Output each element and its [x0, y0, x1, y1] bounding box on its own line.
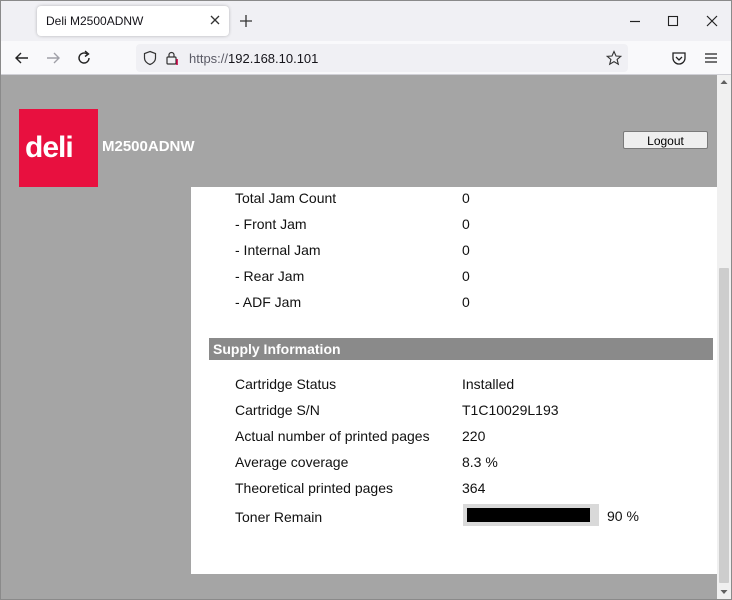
row-label: Average coverage: [235, 454, 349, 470]
supply-row-theoretical-pages: Theoretical printed pages 364: [235, 480, 705, 500]
url-text[interactable]: https://192.168.10.101: [189, 51, 318, 66]
url-bar[interactable]: https://192.168.10.101: [136, 44, 628, 72]
lock-warning-icon[interactable]: [164, 50, 180, 66]
supply-row-cartridge-status: Cartridge Status Installed: [235, 376, 705, 396]
url-scheme: https://: [189, 51, 229, 66]
row-value: 0: [462, 190, 470, 206]
supply-row-printed-pages: Actual number of printed pages 220: [235, 428, 705, 448]
row-value: 0: [462, 242, 470, 258]
row-label: - Rear Jam: [235, 268, 305, 284]
row-label: - Internal Jam: [235, 242, 321, 258]
section-title: Supply Information: [213, 341, 341, 357]
row-value: 0: [462, 268, 470, 284]
tab-bar: Deli M2500ADNW: [1, 1, 731, 41]
row-label: Total Jam Count: [235, 190, 337, 206]
tab-title: Deli M2500ADNW: [46, 14, 144, 28]
row-value: T1C10029L193: [462, 402, 559, 418]
row-label: Theoretical printed pages: [235, 480, 393, 496]
logout-button[interactable]: Logout: [623, 131, 708, 149]
logo-text: deli: [25, 131, 74, 164]
row-label: - ADF Jam: [235, 294, 302, 310]
navigation-bar: https://192.168.10.101: [1, 41, 731, 75]
status-panel: Total Jam Count 0 - Front Jam 0 - Intern…: [191, 187, 717, 574]
new-tab-icon[interactable]: [237, 12, 255, 30]
menu-icon[interactable]: [702, 49, 720, 67]
shield-icon[interactable]: [142, 50, 158, 66]
back-arrow-icon[interactable]: [13, 49, 31, 67]
page-content: deli M2500ADNW Logout Total Jam Count 0 …: [1, 75, 717, 599]
row-value: 364: [462, 480, 486, 496]
scroll-down-arrow-icon[interactable]: [717, 585, 731, 599]
row-value: 8.3 %: [462, 454, 498, 470]
supply-row-cartridge-sn: Cartridge S/N T1C10029L193: [235, 402, 705, 422]
url-host: 192.168.10.101: [228, 51, 319, 66]
jam-row-front: - Front Jam 0: [235, 216, 705, 236]
toner-label: Toner Remain: [235, 509, 323, 525]
row-value: 0: [462, 216, 470, 232]
row-value: Installed: [462, 376, 515, 392]
row-label: Cartridge S/N: [235, 402, 320, 418]
toner-level-bar: [463, 504, 599, 526]
printer-model: M2500ADNW: [102, 138, 195, 155]
row-label: Actual number of printed pages: [235, 428, 430, 444]
jam-row-internal: - Internal Jam 0: [235, 242, 705, 262]
pocket-icon[interactable]: [670, 49, 688, 67]
supply-section-header: Supply Information: [209, 338, 713, 360]
maximize-icon[interactable]: [665, 13, 681, 29]
close-window-icon[interactable]: [704, 13, 720, 29]
row-value: 0: [462, 294, 470, 310]
jam-row-rear: - Rear Jam 0: [235, 268, 705, 288]
row-label: Cartridge Status: [235, 376, 337, 392]
row-label: - Front Jam: [235, 216, 307, 232]
bookmark-star-icon[interactable]: [606, 50, 622, 66]
supply-row-average-coverage: Average coverage 8.3 %: [235, 454, 705, 474]
jam-row-total: Total Jam Count 0: [235, 190, 705, 210]
deli-logo: deli: [19, 109, 98, 187]
browser-tab[interactable]: Deli M2500ADNW: [37, 6, 229, 36]
toner-level-fill: [467, 508, 590, 522]
jam-row-adf: - ADF Jam 0: [235, 294, 705, 314]
close-tab-icon[interactable]: [207, 12, 223, 28]
scroll-up-arrow-icon[interactable]: [717, 75, 731, 89]
forward-arrow-icon[interactable]: [44, 49, 62, 67]
vertical-scrollbar[interactable]: [717, 75, 731, 599]
scrollbar-thumb[interactable]: [719, 268, 729, 583]
reload-icon[interactable]: [75, 49, 93, 67]
toner-percent: 90 %: [607, 508, 639, 524]
browser-window: Deli M2500ADNW https://192.168.10.101 de…: [0, 0, 732, 600]
row-value: 220: [462, 428, 486, 444]
minimize-icon[interactable]: [627, 13, 643, 29]
